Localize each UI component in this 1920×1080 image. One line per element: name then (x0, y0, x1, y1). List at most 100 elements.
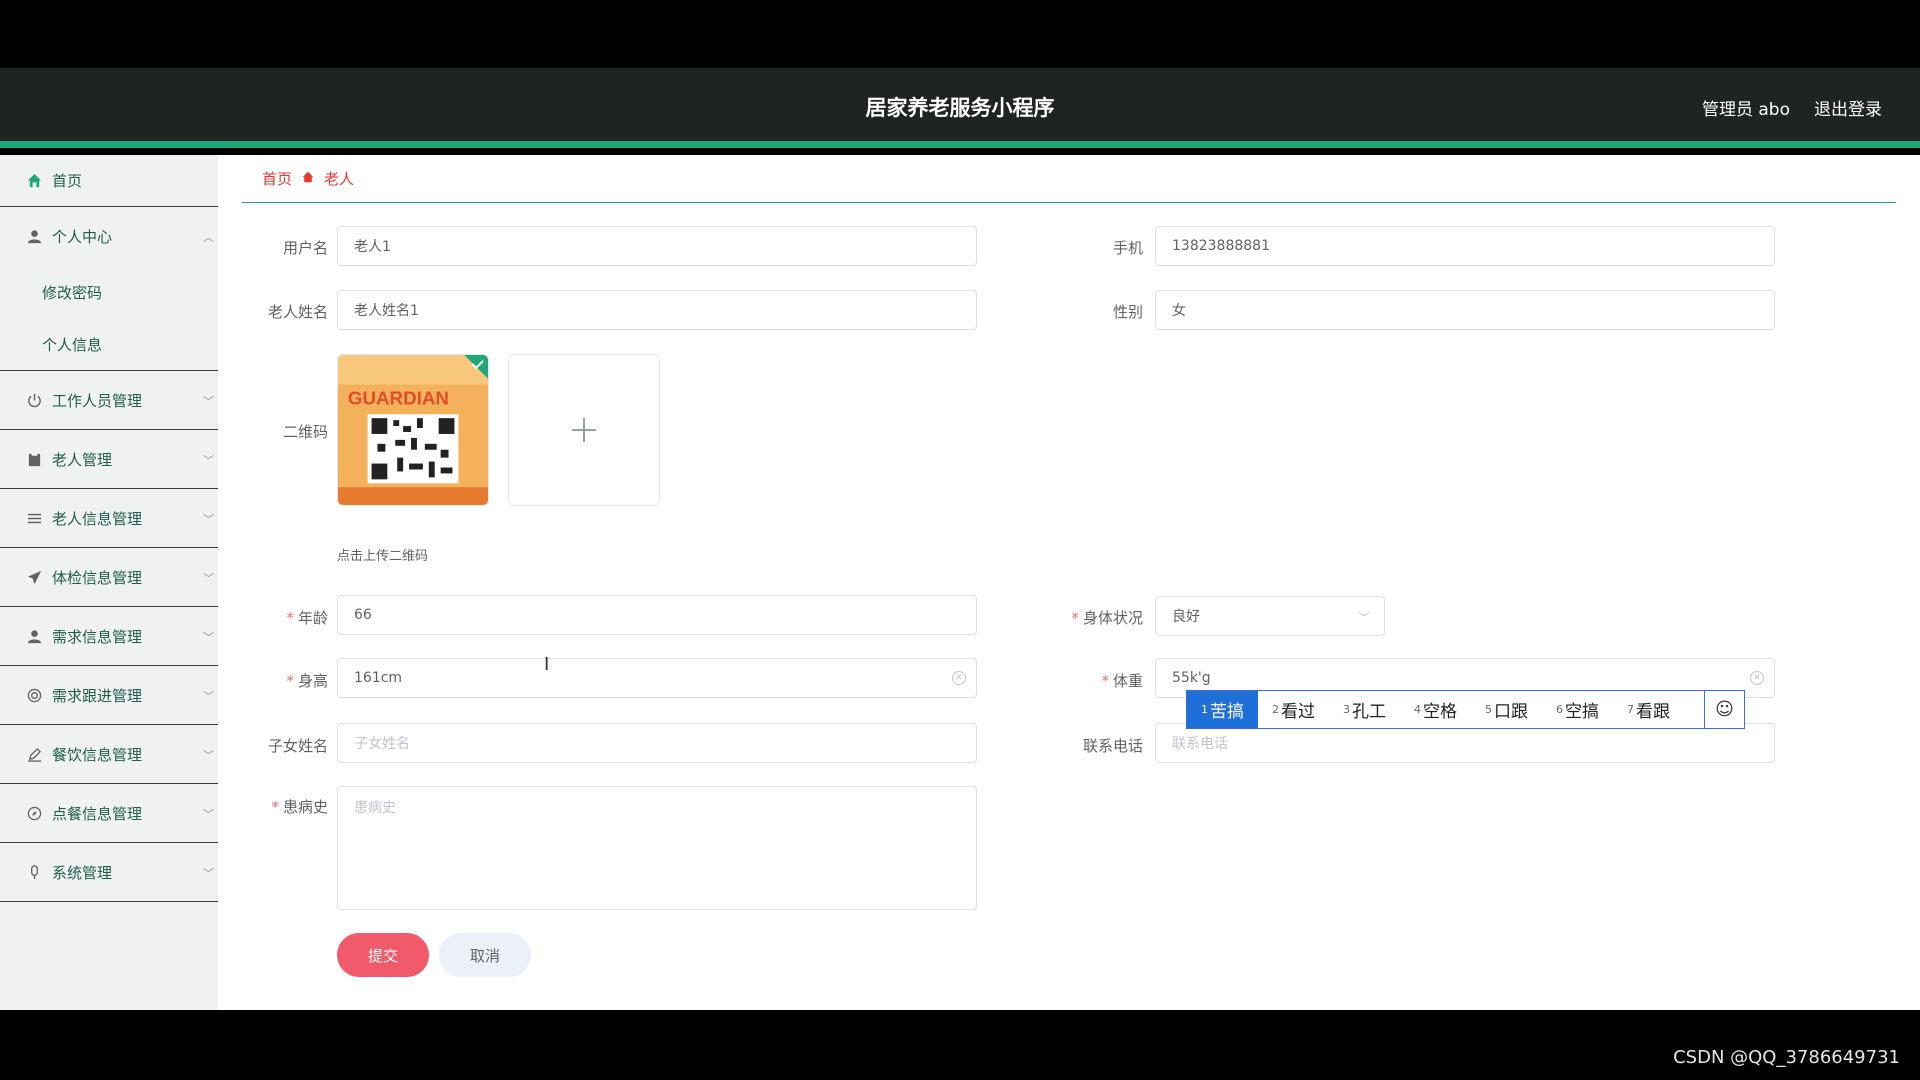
child-name-label: 子女姓名 (267, 737, 328, 755)
text-cursor-icon: I (544, 654, 550, 675)
sidebar-item-label: 工作人员管理 (52, 391, 143, 410)
power-icon (26, 392, 42, 408)
sidebar-item-label: 需求信息管理 (52, 627, 143, 646)
elder-name-label: 老人姓名 (267, 303, 328, 321)
phone-label: 手机 (1112, 239, 1143, 257)
list-icon (26, 510, 42, 526)
sidebar-item-label: 老人管理 (52, 450, 113, 469)
gender-label: 性别 (1112, 303, 1143, 321)
user-icon (26, 628, 42, 644)
sidebar-group-personal: 个人中心 ︿ 修改密码 个人信息 (0, 207, 218, 371)
contact-phone-label: 联系电话 (1082, 737, 1143, 755)
sidebar-subitem-profile[interactable]: 个人信息 (0, 318, 218, 370)
letterbox-bottom (0, 1010, 1920, 1080)
height-input-value: 161cm (354, 670, 403, 686)
clear-icon[interactable]: ✕ (952, 671, 966, 685)
emoji-icon[interactable]: ☺ (1704, 691, 1744, 728)
microphone-icon (26, 864, 42, 880)
chevron-down-icon: ﹀ (203, 572, 214, 585)
sidebar-item-system[interactable]: 系统管理 ﹀ (0, 843, 218, 902)
qr-upload-tip: 点击上传二维码 (337, 549, 429, 564)
breadcrumb-home[interactable]: 首页 (262, 168, 292, 189)
gender-input[interactable]: 女 (1155, 290, 1775, 330)
sidebar-item-staff[interactable]: 工作人员管理 ﹀ (0, 371, 218, 430)
height-input[interactable]: 161cm ✕ (337, 658, 977, 698)
contact-phone-input[interactable]: 联系电话 (1155, 723, 1775, 763)
target-icon (26, 687, 42, 703)
health-select[interactable]: 良好 ﹀ (1155, 596, 1385, 636)
qr-thumbnail[interactable]: GUARDIAN (337, 354, 489, 506)
compass-icon (26, 805, 42, 821)
sidebar-item-demand[interactable]: 需求信息管理 ﹀ (0, 607, 218, 666)
qr-brand-text: GUARDIAN (348, 387, 449, 408)
clear-icon[interactable]: ✕ (1750, 671, 1764, 685)
sidebar-item-elder-info[interactable]: 老人信息管理 ﹀ (0, 489, 218, 548)
ime-candidate[interactable]: 7 看跟 (1613, 691, 1684, 728)
ime-candidate[interactable]: 6 空搞 (1542, 691, 1613, 728)
sidebar-item-label: 老人信息管理 (52, 509, 143, 528)
chevron-down-icon: ﹀ (203, 513, 214, 526)
ime-candidate[interactable]: 4 空格 (1400, 691, 1471, 728)
plus-icon (572, 418, 596, 442)
sidebar-item-elder[interactable]: 老人管理 ﹀ (0, 430, 218, 489)
username-label: 用户名 (282, 239, 328, 257)
chevron-up-icon: ︿ (203, 231, 214, 244)
age-label: * 年龄 (286, 609, 328, 627)
weight-input-value: 55k'g (1172, 670, 1211, 686)
qr-upload-button[interactable] (508, 354, 660, 506)
sidebar-item-order[interactable]: 点餐信息管理 ﹀ (0, 784, 218, 843)
chevron-down-icon: ﹀ (203, 867, 214, 880)
sidebar-item-personal[interactable]: 个人中心 ︿ (0, 207, 218, 266)
sidebar-item-label: 体检信息管理 (52, 568, 143, 587)
letterbox-top (0, 0, 1920, 68)
sidebar-item-label: 系统管理 (52, 863, 113, 882)
ime-candidate[interactable]: 5 口跟 (1471, 691, 1542, 728)
sidebar-item-meal[interactable]: 餐饮信息管理 ﹀ (0, 725, 218, 784)
home-icon (26, 173, 42, 189)
app-title: 居家养老服务小程序 (865, 96, 1055, 120)
username-input[interactable]: 老人1 (337, 226, 977, 266)
sidebar: 首页 个人中心 ︿ 修改密码 个人信息 工作人员管理 ﹀ 老人管理 ﹀ 老人信息… (0, 155, 218, 1010)
height-label-text: 身高 (297, 672, 328, 690)
ime-candidate-bar: 1 苦搞 2 看过 3 孔工 4 空格 5 口跟 6 空搞 7 看跟 ☺ (1186, 690, 1745, 729)
child-name-input[interactable]: 子女姓名 (337, 723, 977, 763)
breadcrumb-current: 老人 (324, 170, 355, 188)
history-textarea[interactable]: 患病史 (337, 786, 977, 910)
health-label-text: 身体状况 (1082, 609, 1143, 627)
send-icon (26, 569, 42, 585)
elder-name-input[interactable]: 老人姓名1 (337, 290, 977, 330)
logout-link[interactable]: 退出登录 (1814, 95, 1882, 120)
top-bar: 居家养老服务小程序 管理员 abo 退出登录 (0, 68, 1920, 148)
sidebar-item-followup[interactable]: 需求跟进管理 ﹀ (0, 666, 218, 725)
weight-label-text: 体重 (1112, 672, 1143, 690)
chevron-down-icon: ﹀ (203, 690, 214, 703)
admin-label: 管理员 abo (1701, 100, 1790, 120)
height-label: * 身高 (286, 672, 328, 690)
qr-code-image: GUARDIAN (338, 355, 488, 505)
age-label-text: 年龄 (297, 609, 328, 627)
sidebar-item-label: 个人中心 (52, 228, 113, 246)
chevron-down-icon: ﹀ (203, 454, 214, 467)
qr-label: 二维码 (282, 423, 328, 441)
chevron-down-icon: ﹀ (203, 808, 214, 821)
breadcrumb: 首页 老人 (242, 155, 1896, 203)
sidebar-item-checkup[interactable]: 体检信息管理 ﹀ (0, 548, 218, 607)
chevron-down-icon: ﹀ (203, 395, 214, 408)
cancel-button[interactable]: 取消 (439, 933, 531, 977)
ime-candidate[interactable]: 2 看过 (1258, 691, 1329, 728)
phone-input[interactable]: 13823888881 (1155, 226, 1775, 266)
user-icon (26, 229, 42, 245)
ime-candidate[interactable]: 3 孔工 (1329, 691, 1400, 728)
history-label-text: 患病史 (282, 798, 328, 816)
ime-candidate[interactable]: 1 苦搞 (1187, 691, 1258, 728)
sidebar-subitem-change-password[interactable]: 修改密码 (0, 266, 218, 318)
chevron-down-icon: ﹀ (203, 749, 214, 762)
sidebar-item-home[interactable]: 首页 (0, 155, 218, 207)
sidebar-item-label: 点餐信息管理 (52, 804, 143, 823)
submit-button[interactable]: 提交 (337, 933, 429, 977)
age-input[interactable]: 66 (337, 595, 977, 635)
clipboard-icon (26, 451, 42, 467)
health-label: * 身体状况 (1071, 609, 1143, 627)
watermark: CSDN @QQ_3786649731 (1673, 1047, 1900, 1068)
chevron-down-icon: ﹀ (203, 631, 214, 644)
